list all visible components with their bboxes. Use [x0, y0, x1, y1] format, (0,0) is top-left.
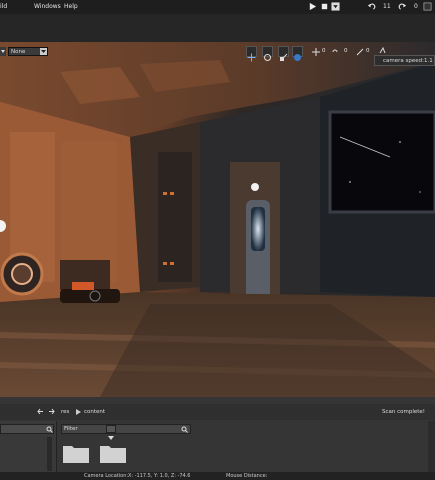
back-arrow-icon[interactable] — [37, 408, 45, 415]
viewmode-dropdown-arrow-icon[interactable] — [0, 47, 6, 56]
redo-count: 0 — [414, 3, 418, 10]
status-bar: Camera Location:X: -117.5, Y: 1.0, Z: -7… — [0, 472, 435, 480]
menu-bar: ild Windows Help 11 0 — [0, 0, 435, 15]
search-icon[interactable] — [181, 426, 188, 433]
redo-icon[interactable] — [398, 2, 407, 11]
scene-render — [0, 42, 435, 397]
scan-status: Scan complete! — [382, 409, 426, 415]
filter-dropdown-button[interactable] — [106, 425, 116, 440]
options-dropdown-icon[interactable] — [331, 2, 340, 11]
menu-item-help[interactable]: Help — [64, 3, 78, 10]
rotate-snap-icon[interactable] — [331, 48, 339, 56]
camera-speed-icon[interactable] — [379, 47, 386, 54]
move-tool-button[interactable] — [246, 46, 257, 62]
folder-icon[interactable] — [63, 443, 89, 463]
move-icon — [247, 53, 256, 62]
undo-count: 11 — [383, 3, 391, 10]
mouse-distance: Mouse Distance: — [226, 473, 268, 479]
scale-tool-button[interactable] — [278, 46, 289, 61]
search-icon — [46, 426, 53, 433]
filter-bar[interactable]: Filter — [61, 424, 191, 434]
camera-speed-tooltip: camera speed:1.1 — [374, 55, 435, 66]
scale-icon — [280, 53, 288, 61]
stop-icon[interactable] — [320, 2, 329, 11]
undo-icon[interactable] — [367, 2, 376, 11]
menu-item-windows[interactable]: Windows — [34, 3, 61, 10]
breadcrumb-res[interactable]: res — [61, 409, 69, 415]
menu-item-build[interactable]: ild — [0, 3, 7, 10]
light-gizmo-icon[interactable] — [253, 190, 258, 195]
camera-location: Camera Location:X: -117.5, Y: 1.0, Z: -7… — [84, 473, 191, 479]
rotate-snap-count: 0 — [344, 48, 348, 54]
forward-arrow-icon[interactable] — [47, 408, 55, 415]
breadcrumb-chevron-icon — [76, 409, 81, 415]
play-icon[interactable] — [308, 2, 317, 11]
redo-more-icon[interactable] — [423, 2, 432, 11]
content-scrollbar[interactable] — [428, 421, 435, 472]
scale-snap-icon[interactable] — [356, 48, 364, 56]
scale-snap-count: 0 — [366, 48, 370, 54]
chevron-down-icon — [108, 436, 114, 440]
folder-icon[interactable] — [100, 443, 126, 463]
breadcrumb-content[interactable]: content — [84, 409, 105, 415]
rotate-icon — [264, 54, 271, 61]
globe-icon — [294, 54, 301, 61]
snap-grid-icon[interactable] — [312, 48, 320, 56]
scene-viewport[interactable] — [0, 42, 435, 397]
toolbar-area — [0, 14, 435, 42]
world-space-button[interactable] — [292, 46, 303, 61]
chevron-down-icon — [40, 48, 47, 55]
grid-snap-count: 0 — [322, 48, 326, 54]
filter-label: Filter — [64, 426, 78, 432]
rotate-tool-button[interactable] — [262, 46, 273, 61]
folder-tree-scrollbar[interactable] — [47, 437, 52, 471]
content-browser-header: res content Scan complete! — [0, 404, 435, 420]
